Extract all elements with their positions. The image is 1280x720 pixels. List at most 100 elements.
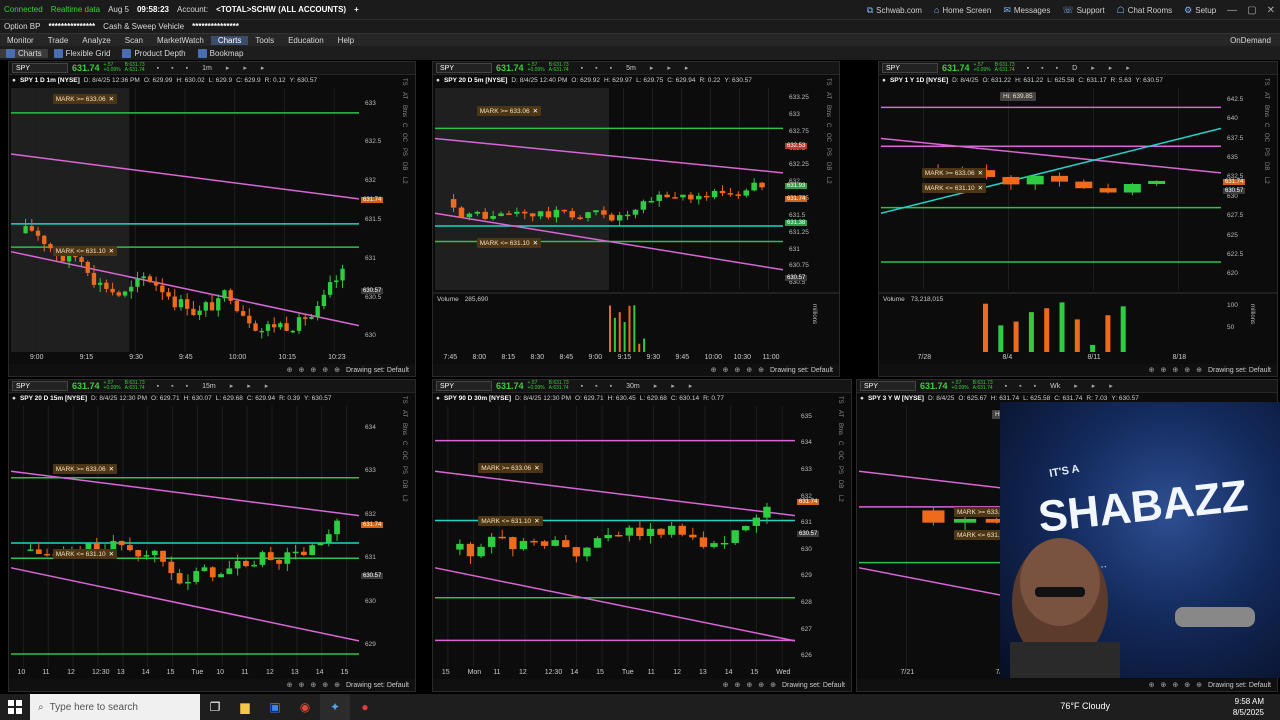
close-icon[interactable]: ✕ — [109, 96, 114, 103]
alert-mark-label[interactable]: MARK <= 631.10✕ — [921, 183, 987, 194]
close-icon[interactable]: ✕ — [533, 108, 538, 115]
side-tool-button[interactable]: L2 — [837, 495, 843, 502]
start-button[interactable] — [0, 694, 30, 720]
alert-mark-label[interactable]: MARK >= 633.06✕ — [478, 463, 543, 474]
zoom-out-icon[interactable]: ⊕ — [723, 681, 729, 689]
crosshair-icon[interactable]: ⊕ — [1184, 681, 1190, 689]
alert-mark-label[interactable]: MARK >= 633.06✕ — [921, 167, 987, 178]
side-tool-button[interactable]: PS — [1263, 148, 1269, 156]
tab-trade[interactable]: Trade — [41, 36, 76, 45]
side-tool-button[interactable]: AT — [825, 92, 831, 99]
side-tool-button[interactable]: C — [825, 123, 831, 127]
side-tool-button[interactable]: OC — [401, 451, 407, 460]
side-tool-button[interactable]: AT — [401, 410, 407, 417]
side-tool-button[interactable]: TS — [837, 396, 843, 404]
crosshair-icon[interactable]: ⊕ — [758, 681, 764, 689]
side-tool-button[interactable]: AT — [1263, 92, 1269, 99]
charts-subtab[interactable]: Charts — [0, 48, 48, 58]
close-icon[interactable]: ✕ — [978, 170, 983, 177]
tab-analyze[interactable]: Analyze — [75, 36, 117, 45]
side-tool-button[interactable]: TS — [825, 78, 831, 86]
pan-icon[interactable]: ⊕ — [310, 366, 316, 374]
tab-monitor[interactable]: Monitor — [0, 36, 41, 45]
alert-mark-label[interactable]: MARK <= 631.10✕ — [478, 515, 543, 526]
side-tool-button[interactable]: L2 — [825, 177, 831, 184]
cursor-icon[interactable]: ⊕ — [770, 681, 776, 689]
tab-charts[interactable]: Charts — [210, 35, 249, 45]
drawing-set-label[interactable]: Drawing set: Default — [1208, 682, 1271, 689]
side-tool-button[interactable]: DB — [837, 480, 843, 488]
side-tool-button[interactable]: DB — [825, 162, 831, 170]
side-tool-button[interactable]: Btns — [401, 423, 407, 435]
alert-mark-label[interactable]: MARK <= 631.10✕ — [52, 246, 118, 257]
close-icon[interactable]: ✕ — [534, 518, 539, 525]
schwab-link[interactable]: ⧉ Schwab.com — [861, 5, 928, 16]
close-icon[interactable]: ✕ — [109, 248, 114, 255]
chart-panel-3[interactable]: SPY 631.74 +.57 +0.09% B:631.73 A:631.74 ▪ ▪ ▪ D ▸… — [878, 61, 1278, 377]
side-tool-button[interactable]: AT — [401, 92, 407, 99]
thinkorswim-icon[interactable]: ✦ — [320, 694, 350, 720]
taskbar-clock[interactable]: 9:58 AM 8/5/2025 — [1233, 696, 1264, 718]
side-tool-button[interactable]: TS — [401, 396, 407, 404]
side-tool-button[interactable]: C — [401, 123, 407, 127]
zoom-in-icon[interactable]: ⊕ — [1160, 681, 1166, 689]
alert-mark-label[interactable]: MARK <= 631.10✕ — [52, 548, 118, 559]
side-tool-button[interactable]: PS — [837, 466, 843, 474]
cursor-icon[interactable]: ⊕ — [758, 366, 764, 374]
store-icon[interactable]: ▣ — [260, 694, 290, 720]
side-tool-button[interactable]: C — [401, 441, 407, 445]
cursor-icon[interactable]: ⊕ — [1196, 681, 1202, 689]
alert-mark-label[interactable]: MARK >= 633.06✕ — [52, 93, 118, 104]
minimize-icon[interactable]: — — [1222, 5, 1242, 16]
weather-widget[interactable]: 76°F Cloudy — [1060, 701, 1110, 711]
side-tool-button[interactable]: Btns — [837, 423, 843, 435]
chart-panel-5[interactable]: SPY 631.74 +.57 +0.09% B:631.73 A:631.74 ▪ ▪ ▪ 30… — [432, 379, 852, 692]
chart-panel-2[interactable]: SPY 631.74 +.57 +0.09% B:631.73 A:631.74 ▪ ▪ ▪ 5m… — [432, 61, 840, 377]
drawing-set-label[interactable]: Drawing set: Default — [346, 682, 409, 689]
side-tool-button[interactable]: OC — [401, 133, 407, 142]
side-tool-button[interactable]: C — [837, 441, 843, 445]
chat-rooms-button[interactable]: ☖ Chat Rooms — [1111, 5, 1179, 16]
alert-mark-label[interactable]: MARK >= 633.06✕ — [476, 105, 542, 116]
side-tool-button[interactable]: TS — [401, 78, 407, 86]
close-icon[interactable]: ✕ — [109, 551, 114, 558]
chrome-icon[interactable]: ◉ — [290, 694, 320, 720]
side-tool-button[interactable]: DB — [401, 162, 407, 170]
pan-icon[interactable]: ⊕ — [310, 681, 316, 689]
crosshair-icon[interactable]: ⊕ — [322, 681, 328, 689]
zoom-out-icon[interactable]: ⊕ — [711, 366, 717, 374]
close-icon[interactable]: ✕ — [978, 185, 983, 192]
pan-icon[interactable]: ⊕ — [746, 681, 752, 689]
zoom-out-icon[interactable]: ⊕ — [1149, 681, 1155, 689]
close-icon[interactable]: ✕ — [1262, 5, 1280, 16]
zoom-in-icon[interactable]: ⊕ — [298, 681, 304, 689]
side-tool-button[interactable]: OC — [1263, 133, 1269, 142]
side-tool-button[interactable]: L2 — [401, 177, 407, 184]
flexible-grid-subtab[interactable]: Flexible Grid — [48, 48, 117, 58]
cursor-icon[interactable]: ⊕ — [1196, 366, 1202, 374]
side-tool-button[interactable]: PS — [825, 148, 831, 156]
drawing-set-label[interactable]: Drawing set: Default — [770, 367, 833, 374]
side-tool-button[interactable]: Btns — [401, 105, 407, 117]
file-explorer-icon[interactable]: ▆ — [230, 694, 260, 720]
maximize-icon[interactable]: ▢ — [1242, 5, 1261, 16]
ondemand-button[interactable]: OnDemand — [1223, 36, 1278, 45]
chart-canvas[interactable] — [9, 380, 416, 692]
side-tool-button[interactable]: OC — [825, 133, 831, 142]
crosshair-icon[interactable]: ⊕ — [746, 366, 752, 374]
side-tool-button[interactable]: L2 — [1263, 177, 1269, 184]
zoom-in-icon[interactable]: ⊕ — [722, 366, 728, 374]
drawing-set-label[interactable]: Drawing set: Default — [346, 367, 409, 374]
recorder-icon[interactable]: ● — [350, 694, 380, 720]
side-tool-button[interactable]: AT — [837, 410, 843, 417]
product-depth-subtab[interactable]: Product Depth — [116, 48, 191, 58]
tab-marketwatch[interactable]: MarketWatch — [150, 36, 211, 45]
cursor-icon[interactable]: ⊕ — [334, 366, 340, 374]
tab-tools[interactable]: Tools — [248, 36, 281, 45]
side-tool-button[interactable]: OC — [837, 451, 843, 460]
side-tool-button[interactable]: DB — [1263, 162, 1269, 170]
drawing-set-label[interactable]: Drawing set: Default — [782, 682, 845, 689]
side-tool-button[interactable]: PS — [401, 466, 407, 474]
side-tool-button[interactable]: L2 — [401, 495, 407, 502]
chart-panel-1[interactable]: SPY 631.74 +.57 +0.09% B:631.73 A:631.74 ▪ ▪ ▪ 1m… — [8, 61, 416, 377]
